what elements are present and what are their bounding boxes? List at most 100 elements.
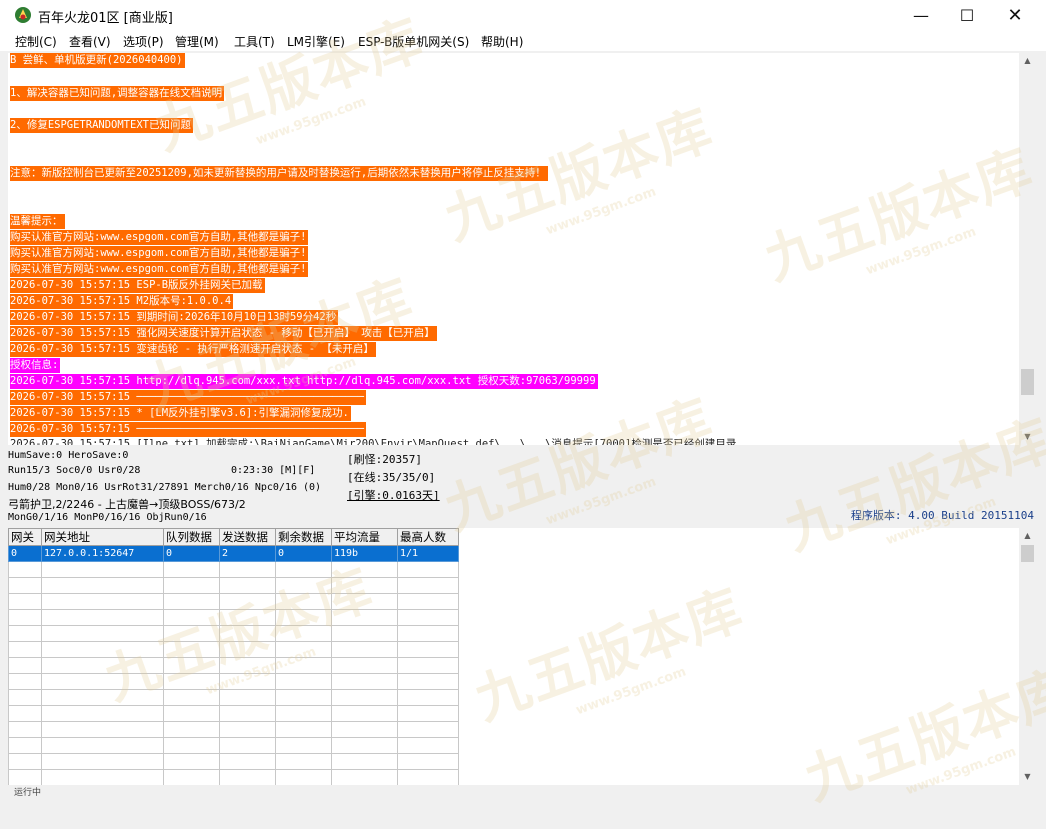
table-cell <box>163 625 220 642</box>
table-cell <box>163 577 220 594</box>
menu-manage[interactable]: 管理(M) <box>175 33 219 50</box>
table-row[interactable] <box>8 577 459 594</box>
table-cell <box>219 609 276 626</box>
table-row[interactable] <box>8 705 459 722</box>
table-cell <box>397 721 459 738</box>
scroll-up-icon[interactable]: ▲ <box>1019 53 1036 69</box>
col-avg-traffic[interactable]: 平均流量 <box>331 528 398 546</box>
log-scrollbar[interactable]: ▲ ▼ <box>1019 53 1036 445</box>
table-cell <box>331 641 398 658</box>
scroll-down-icon[interactable]: ▼ <box>1019 429 1036 445</box>
table-cell <box>8 721 42 738</box>
table-cell <box>8 609 42 626</box>
col-gateway[interactable]: 网关 <box>8 528 42 546</box>
col-gateway-address[interactable]: 网关地址 <box>41 528 164 546</box>
table-cell <box>219 705 276 722</box>
table-cell <box>219 721 276 738</box>
log-line: 授权信息: <box>10 358 61 373</box>
table-row[interactable] <box>8 625 459 642</box>
menu-lm-engine[interactable]: LM引擎(E) <box>287 33 345 50</box>
table-row[interactable] <box>8 593 459 610</box>
log-line: 2、修复ESPGETRANDOMTEXT已知问题 <box>10 118 193 133</box>
table-cell <box>41 689 164 706</box>
table-cell <box>331 769 398 785</box>
col-remaining-data[interactable]: 剩余数据 <box>275 528 332 546</box>
table-cell <box>275 561 332 578</box>
table-cell <box>163 737 220 754</box>
table-cell <box>331 577 398 594</box>
status-counts: Hum0/28 Mon0/16 UsrRot31/27891 Merch0/16… <box>8 482 322 493</box>
log-panel[interactable]: B 尝鲜、单机版更新(2026040400) 1、解决容器已知问题,调整容器在线… <box>8 53 1019 445</box>
log-line: 1、解决容器已知问题,调整容器在线文档说明 <box>10 86 225 101</box>
status-run: Run15/3 Soc0/0 Usr0/28 <box>8 465 141 476</box>
log-line: 购买认准官方网站:www.espgom.com官方自助,其他都是骗子! <box>10 246 309 261</box>
menu-tools[interactable]: 工具(T) <box>234 33 275 50</box>
table-row[interactable] <box>8 609 459 626</box>
table-cell <box>8 625 42 642</box>
table-cell <box>275 705 332 722</box>
table-cell <box>163 705 220 722</box>
table-cell <box>275 689 332 706</box>
cell-queue: 0 <box>163 545 220 562</box>
gateway-table[interactable]: 网关 网关地址 队列数据 发送数据 剩余数据 平均流量 最高人数 0 127.0… <box>8 528 1019 785</box>
table-row[interactable] <box>8 673 459 690</box>
menu-view[interactable]: 查看(V) <box>69 33 111 50</box>
engine-days: [引擎:0.0163天] <box>347 489 440 502</box>
scroll-up-icon[interactable]: ▲ <box>1019 528 1036 544</box>
table-cell <box>397 705 459 722</box>
status-panel: HumSave:0 HeroSave:0 Run15/3 Soc0/0 Usr0… <box>0 446 1046 526</box>
table-cell <box>219 737 276 754</box>
table-cell <box>41 721 164 738</box>
table-cell <box>163 641 220 658</box>
table-cell <box>331 689 398 706</box>
table-cell <box>331 625 398 642</box>
table-cell <box>41 577 164 594</box>
table-cell <box>331 705 398 722</box>
table-row[interactable] <box>8 689 459 706</box>
status-humsave: HumSave:0 HeroSave:0 <box>8 450 129 461</box>
log-line: 2026-07-30 15:57:15 到期时间:2026年10月10日13时5… <box>10 310 339 325</box>
table-cell <box>331 593 398 610</box>
table-cell <box>331 737 398 754</box>
menu-options[interactable]: 选项(P) <box>123 33 164 50</box>
table-cell <box>219 593 276 610</box>
table-cell <box>219 689 276 706</box>
scroll-down-icon[interactable]: ▼ <box>1019 769 1036 785</box>
scroll-thumb[interactable] <box>1021 369 1034 395</box>
table-scrollbar[interactable]: ▲ ▼ <box>1019 528 1036 785</box>
table-row[interactable] <box>8 737 459 754</box>
col-sent-data[interactable]: 发送数据 <box>219 528 276 546</box>
menu-espb-gateway[interactable]: ESP-B版单机网关(S) <box>358 33 469 50</box>
log-line: 注意：新版控制台已更新至20251209,如未更新替换的用户请及时替换运行,后期… <box>10 166 548 181</box>
table-row[interactable]: 0 127.0.0.1:52647 0 2 0 119b 1/1 <box>8 545 459 562</box>
minimize-button[interactable]: — <box>898 0 944 31</box>
menu-control[interactable]: 控制(C) <box>15 33 57 50</box>
table-cell <box>163 721 220 738</box>
table-row[interactable] <box>8 769 459 785</box>
table-cell <box>163 689 220 706</box>
close-button[interactable]: ✕ <box>992 0 1038 31</box>
table-cell <box>8 753 42 770</box>
menu-help[interactable]: 帮助(H) <box>481 33 523 50</box>
table-cell <box>8 737 42 754</box>
table-cell <box>397 673 459 690</box>
table-cell <box>41 641 164 658</box>
col-queue-data[interactable]: 队列数据 <box>163 528 220 546</box>
maximize-button[interactable]: ☐ <box>944 0 990 31</box>
table-row[interactable] <box>8 753 459 770</box>
table-cell <box>8 689 42 706</box>
log-line: 购买认准官方网站:www.espgom.com官方自助,其他都是骗子! <box>10 262 309 277</box>
scroll-thumb[interactable] <box>1021 545 1034 562</box>
cell-gateway: 0 <box>8 545 42 562</box>
log-line: 2026-07-30 15:57:15 * [LM反外挂引擎v3.6]:引擎漏洞… <box>10 406 351 421</box>
table-row[interactable] <box>8 641 459 658</box>
table-row[interactable] <box>8 657 459 674</box>
table-row[interactable] <box>8 561 459 578</box>
table-cell <box>397 609 459 626</box>
col-max-users[interactable]: 最高人数 <box>397 528 459 546</box>
refresh-counter: [刷怪:20357] <box>347 453 422 466</box>
table-cell <box>397 561 459 578</box>
table-cell <box>8 769 42 785</box>
table-row[interactable] <box>8 721 459 738</box>
table-cell <box>275 753 332 770</box>
